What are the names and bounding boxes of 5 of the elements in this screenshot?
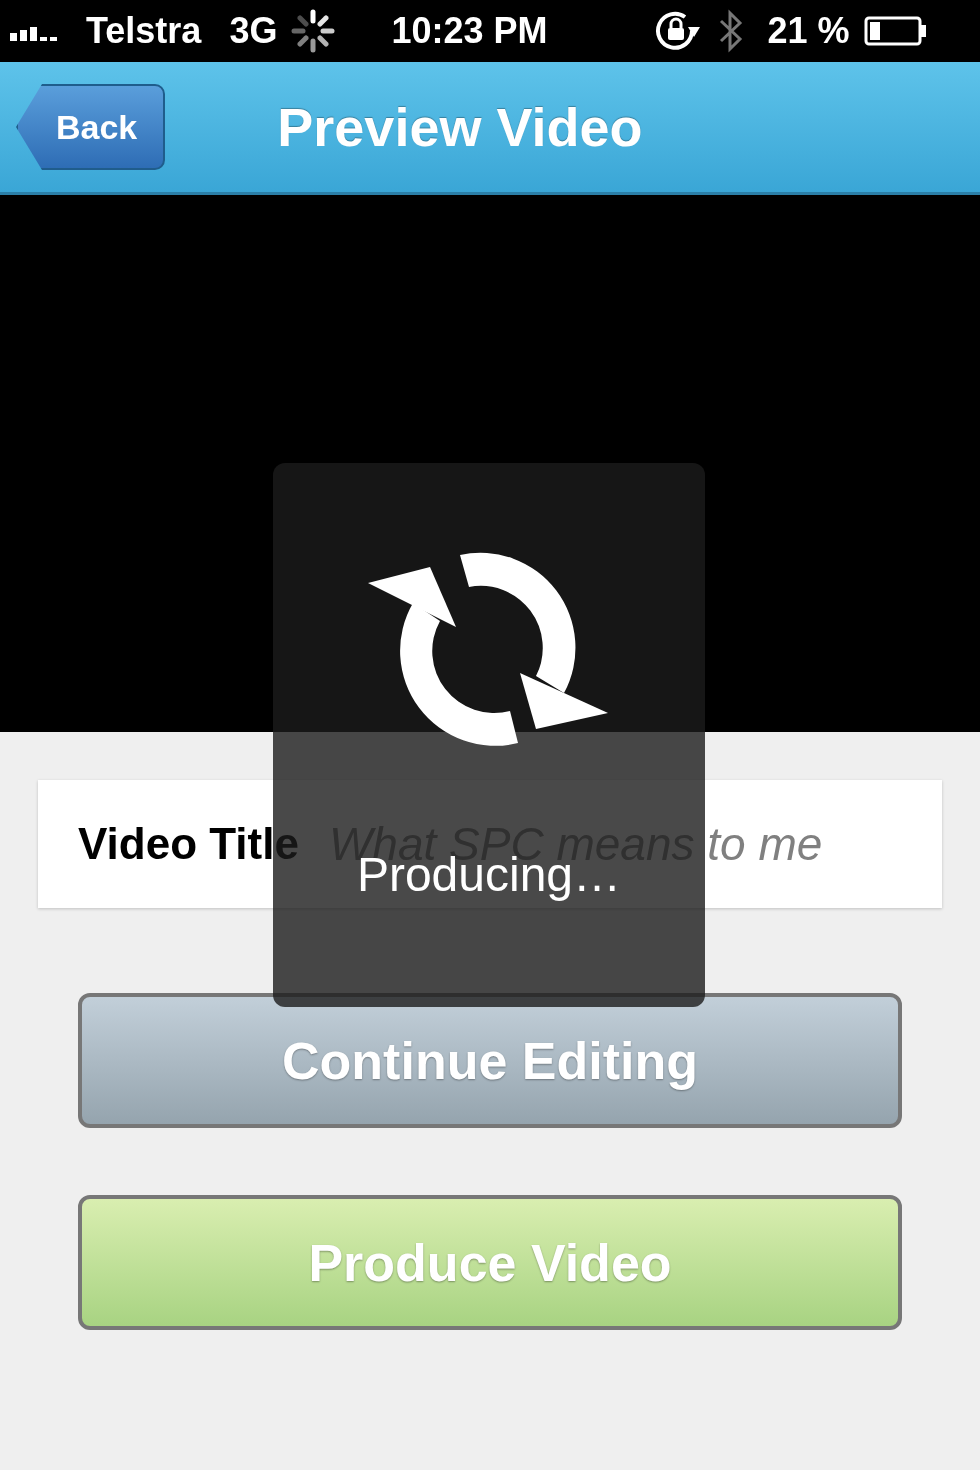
- carrier-name: Telstra: [86, 10, 202, 52]
- battery-percent: 21 %: [767, 10, 850, 52]
- clock-time: 10:23 PM: [391, 10, 548, 52]
- screen-title: Preview Video: [277, 96, 643, 158]
- network-type: 3G: [229, 10, 278, 52]
